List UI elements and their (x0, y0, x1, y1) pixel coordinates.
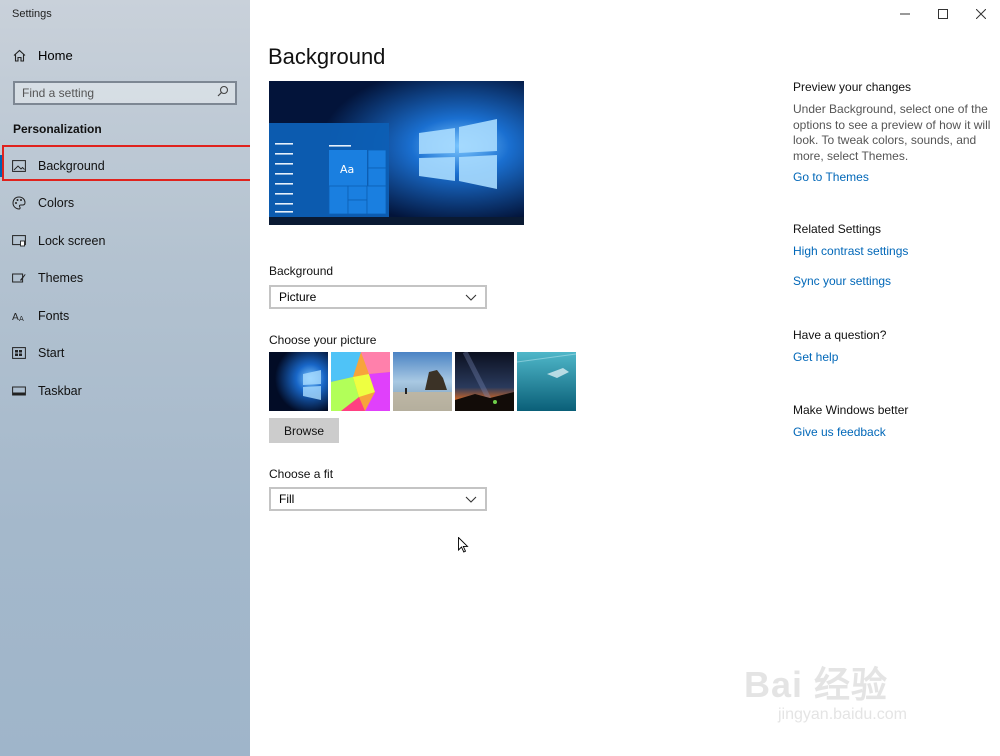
thumbnail-windows-light[interactable] (269, 352, 328, 411)
mouse-cursor-icon (458, 536, 469, 558)
search-icon[interactable] (217, 84, 229, 102)
thumbnail-colorful-shapes[interactable] (331, 352, 390, 411)
high-contrast-link[interactable]: High contrast settings (793, 244, 993, 258)
preview-changes-section: Preview your changes Under Background, s… (793, 80, 993, 184)
home-label: Home (38, 48, 73, 63)
sidebar-item-lock-screen[interactable]: Lock screen (0, 222, 250, 260)
sidebar: Settings Home Personalization Background… (0, 0, 250, 756)
minimize-icon (900, 13, 910, 15)
sidebar-item-label: Taskbar (38, 383, 82, 398)
main-content: Background Aa Background Picture Choose … (250, 0, 1000, 756)
background-label: Background (269, 264, 334, 278)
section-title: Personalization (13, 122, 102, 136)
go-to-themes-link[interactable]: Go to Themes (793, 170, 993, 184)
preview-changes-heading: Preview your changes (793, 80, 912, 94)
related-settings-section: Related Settings High contrast settings … (793, 222, 993, 288)
fit-dropdown-value: Fill (279, 492, 295, 506)
get-help-link[interactable]: Get help (793, 350, 993, 364)
sidebar-item-fonts[interactable]: AA Fonts (0, 297, 250, 335)
search-input[interactable] (22, 86, 202, 100)
page-title: Background (268, 44, 386, 69)
background-preview: Aa (269, 81, 524, 225)
chevron-down-icon (465, 294, 477, 301)
lock-screen-icon (12, 234, 26, 248)
watermark-line1: Bai 经验 (744, 664, 889, 705)
minimize-button[interactable] (886, 0, 924, 28)
background-dropdown[interactable]: Picture (269, 285, 487, 309)
preview-changes-text: Under Background, select one of the opti… (793, 102, 991, 163)
start-icon (12, 346, 26, 360)
give-feedback-link[interactable]: Give us feedback (793, 425, 993, 439)
sidebar-item-colors[interactable]: Colors (0, 185, 250, 223)
sidebar-item-start[interactable]: Start (0, 335, 250, 373)
personalization-nav: Background Colors Lock screen Themes AA … (0, 147, 250, 410)
close-button[interactable] (962, 0, 1000, 28)
sidebar-item-label: Start (38, 346, 65, 361)
thumbnail-night-sky[interactable] (455, 350, 514, 413)
thumbnail-beach-rocks[interactable] (393, 352, 452, 411)
background-dropdown-value: Picture (279, 290, 317, 304)
fit-label: Choose a fit (269, 467, 334, 481)
feedback-section: Make Windows better Give us feedback (793, 403, 993, 439)
home-nav-item[interactable]: Home (12, 48, 73, 63)
sidebar-item-label: Fonts (38, 308, 70, 323)
fonts-icon: AA (12, 309, 26, 323)
question-section: Have a question? Get help (793, 328, 993, 364)
close-icon (976, 9, 986, 19)
sidebar-item-themes[interactable]: Themes (0, 260, 250, 298)
picture-thumbnails (269, 350, 577, 413)
browse-button[interactable]: Browse (269, 418, 339, 443)
baidu-watermark: Bai 经验 jingyan.baidu.com (744, 646, 944, 738)
themes-icon (12, 271, 26, 285)
taskbar-icon (12, 384, 26, 398)
sidebar-item-label: Themes (38, 271, 84, 286)
question-heading: Have a question? (793, 328, 887, 342)
sidebar-item-label: Lock screen (38, 233, 106, 248)
selection-highlight-box (2, 145, 253, 181)
watermark-line2: jingyan.baidu.com (778, 706, 907, 723)
sidebar-item-taskbar[interactable]: Taskbar (0, 372, 250, 410)
palette-icon (12, 196, 26, 210)
maximize-icon (938, 9, 948, 19)
related-settings-heading: Related Settings (793, 222, 882, 236)
home-icon (12, 49, 26, 63)
feedback-heading: Make Windows better (793, 403, 909, 417)
preview-tile-text: Aa (340, 163, 354, 176)
thumbnail-underwater[interactable] (516, 352, 577, 411)
search-box[interactable] (13, 81, 237, 105)
fit-dropdown[interactable]: Fill (269, 487, 487, 511)
choose-picture-label: Choose your picture (269, 333, 377, 347)
window-controls (886, 0, 1000, 28)
svg-text:A: A (19, 315, 24, 322)
sidebar-item-label: Colors (38, 196, 75, 211)
window-title: Settings (12, 8, 52, 20)
maximize-button[interactable] (924, 0, 962, 28)
sync-settings-link[interactable]: Sync your settings (793, 274, 993, 288)
svg-text:A: A (12, 312, 19, 322)
chevron-down-icon (465, 496, 477, 503)
